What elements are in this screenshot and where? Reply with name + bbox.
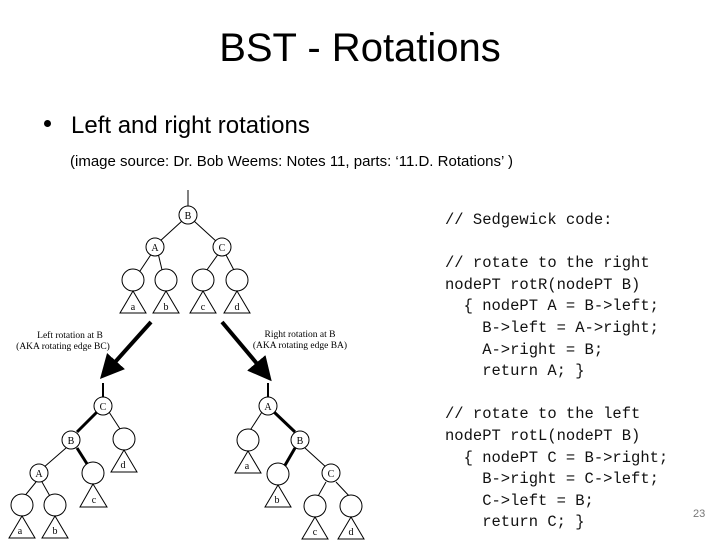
- svg-text:C: C: [100, 402, 107, 413]
- svg-text:c: c: [92, 495, 97, 506]
- code-line: nodePT rotL(nodePT B): [445, 426, 641, 445]
- bullet-text: Left and right rotations: [71, 112, 310, 139]
- svg-text:d: d: [349, 527, 354, 538]
- code-line: return A; }: [445, 362, 585, 381]
- bullet-item: Left and right rotations: [44, 112, 310, 140]
- slide-title: BST - Rotations: [219, 26, 501, 70]
- right-rotation-sublabel: (AKA rotating edge BA): [253, 340, 347, 351]
- right-rotated-tree: A B C a b c d: [234, 383, 365, 540]
- svg-text:C: C: [328, 469, 335, 480]
- code-line: // rotate to the left: [445, 405, 641, 424]
- code-line: { nodePT C = B->right;: [445, 448, 669, 467]
- left-rotation-sublabel: (AKA rotating edge BC): [16, 341, 110, 352]
- image-source-note: (image source: Dr. Bob Weems: Notes 11, …: [70, 153, 513, 170]
- svg-text:B: B: [297, 436, 304, 447]
- svg-text:a: a: [245, 461, 250, 472]
- svg-text:d: d: [121, 460, 126, 471]
- subtree-label: a: [131, 302, 136, 313]
- rotation-diagram: B A C a b c d Left rotation at B (AKA ro…: [8, 190, 365, 540]
- svg-text:B: B: [68, 436, 75, 447]
- code-line: return C; }: [445, 513, 585, 532]
- subtree-label: d: [235, 302, 240, 313]
- right-rotation-label: Right rotation at B: [265, 330, 336, 340]
- left-rotation-arrow: [99, 320, 153, 379]
- original-tree: B A C a b c d: [119, 190, 251, 314]
- code-line: nodePT rotR(nodePT B): [445, 275, 641, 294]
- node-label: A: [151, 243, 159, 254]
- code-line: C->left = B;: [445, 491, 594, 510]
- svg-text:b: b: [275, 495, 280, 506]
- svg-text:b: b: [53, 526, 58, 537]
- code-line: { nodePT A = B->left;: [445, 297, 659, 316]
- page-number: 23: [693, 508, 706, 520]
- code-line: B->right = C->left;: [445, 470, 659, 489]
- svg-text:A: A: [35, 469, 43, 480]
- svg-text:a: a: [18, 526, 23, 537]
- subtree-label: b: [164, 302, 169, 313]
- bullet-dot-icon: [44, 120, 51, 128]
- code-line: // rotate to the right: [445, 254, 650, 273]
- subtree-label: c: [201, 302, 206, 313]
- node-label: C: [219, 243, 226, 254]
- code-line: // Sedgewick code:: [445, 211, 613, 229]
- svg-text:A: A: [264, 402, 272, 413]
- node-label: B: [185, 211, 192, 222]
- left-rotation-label: Left rotation at B: [37, 330, 103, 341]
- code-block: // Sedgewick code: // rotate to the righ…: [445, 210, 668, 534]
- left-rotated-tree: C B A a b c d: [8, 383, 138, 539]
- code-line: B->left = A->right;: [445, 318, 659, 337]
- code-line: A->right = B;: [445, 340, 604, 359]
- svg-text:c: c: [313, 527, 318, 538]
